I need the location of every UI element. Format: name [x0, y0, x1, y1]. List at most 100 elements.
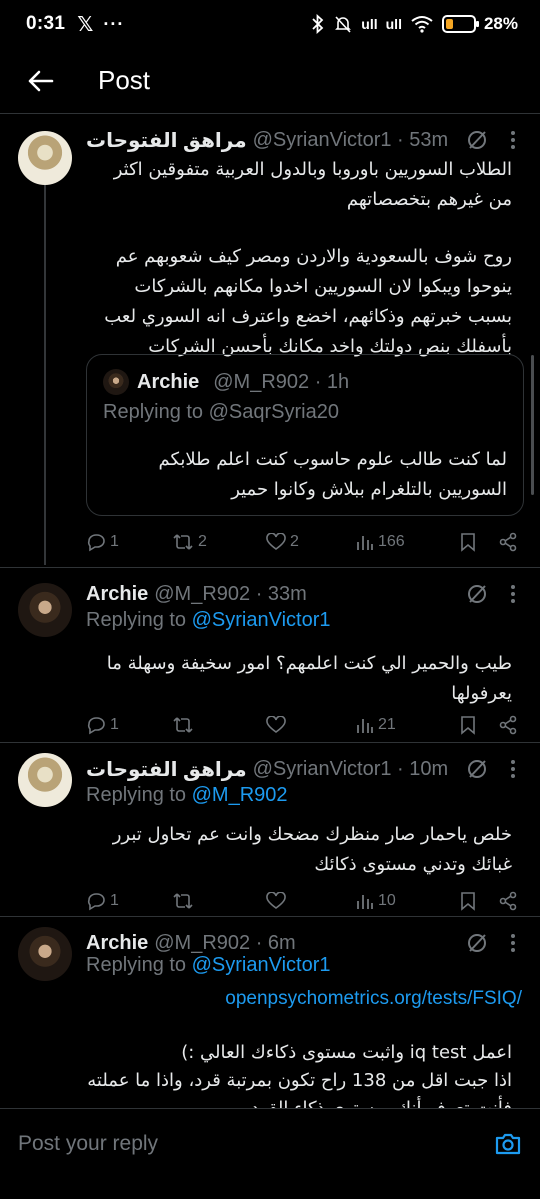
post-text: اعمل iq test واثبت مستوى ذكاءك العالي :) — [181, 1042, 512, 1063]
wifi-icon — [410, 15, 434, 33]
replying-label: Replying to — [86, 954, 192, 976]
more-options-icon[interactable] — [510, 759, 516, 779]
reply-count: 1 — [110, 533, 119, 550]
repost-button[interactable] — [172, 715, 266, 735]
bookmark-icon — [461, 892, 475, 911]
more-notifications-icon: ··· — [103, 13, 125, 34]
replying-to: Replying to @SyrianVictor1 — [86, 954, 331, 977]
more-options-icon[interactable] — [510, 130, 516, 150]
bookmark-icon — [461, 533, 475, 552]
reply-button[interactable]: 1 — [86, 891, 172, 911]
bookmark-button[interactable] — [460, 891, 476, 911]
divider — [0, 742, 540, 743]
signal-2-icon: ull — [385, 16, 402, 32]
share-icon — [499, 532, 517, 552]
reply-icon — [87, 893, 105, 911]
bookmark-button[interactable] — [460, 532, 476, 552]
repost-icon — [173, 717, 193, 733]
more-options-icon[interactable] — [510, 933, 516, 953]
replying-handle[interactable]: @SyrianVictor1 — [192, 954, 331, 976]
replying-to: Replying to @M_R902 — [86, 784, 288, 807]
replying-handle[interactable]: @M_R902 — [192, 784, 288, 806]
grok-icon[interactable] — [466, 932, 488, 954]
share-icon — [499, 891, 517, 911]
battery-icon — [441, 15, 479, 33]
repost-button[interactable] — [172, 891, 266, 911]
reply-input[interactable]: Post your reply — [18, 1132, 158, 1156]
post-text: خلص ياحمار صار منظرك مضحك وانت عم تحاول … — [112, 824, 512, 875]
action-bar: 1 10 — [86, 887, 518, 915]
action-bar: 1 2 2 166 — [86, 528, 518, 556]
like-button[interactable]: 2 — [266, 533, 356, 551]
system-nav-area — [0, 1178, 540, 1199]
share-button[interactable] — [498, 715, 518, 735]
author-handle-time: @M_R902 · 33m — [154, 582, 307, 605]
post-item[interactable]: Archie @M_R902 · 6m Replying to @SyrianV… — [0, 918, 540, 1108]
post-header: Archie @M_R902 · 33m — [86, 579, 516, 609]
reply-count: 1 — [110, 892, 119, 909]
page-header: Post — [0, 48, 540, 114]
post-header: مراهق الفتوحات @SyrianVictor1 · 53m — [86, 125, 516, 155]
bookmark-button[interactable] — [460, 715, 476, 735]
reply-composer[interactable]: Post your reply — [0, 1108, 540, 1178]
divider — [0, 916, 540, 917]
views-button[interactable]: 21 — [356, 716, 450, 734]
replying-to: Replying to @SyrianVictor1 — [86, 609, 331, 632]
scrollbar[interactable] — [531, 355, 534, 495]
camera-icon — [495, 1133, 521, 1154]
post-item[interactable]: مراهق الفتوحات @SyrianVictor1 · 10m Repl… — [0, 744, 540, 916]
avatar[interactable] — [18, 583, 72, 637]
share-button[interactable] — [498, 532, 518, 552]
camera-button[interactable] — [494, 1132, 522, 1156]
avatar[interactable] — [18, 753, 72, 807]
share-button[interactable] — [498, 891, 518, 911]
repost-icon — [173, 534, 193, 550]
views-button[interactable]: 166 — [356, 533, 450, 551]
signal-1-icon: ull — [361, 16, 378, 32]
share-icon — [499, 715, 517, 735]
reply-icon — [87, 717, 105, 735]
author-name[interactable]: مراهق الفتوحات — [86, 757, 247, 782]
back-button[interactable] — [0, 48, 80, 114]
more-options-icon[interactable] — [510, 584, 516, 604]
page-title: Post — [98, 65, 151, 95]
reply-button[interactable]: 1 — [86, 715, 172, 735]
grok-icon[interactable] — [466, 129, 488, 151]
avatar[interactable] — [18, 131, 72, 185]
reply-icon — [87, 534, 105, 552]
post-item[interactable]: Archie @M_R902 · 33m Replying to @Syrian… — [0, 569, 540, 741]
author-name[interactable]: Archie — [86, 932, 148, 955]
like-button[interactable] — [266, 716, 356, 734]
quote-avatar — [103, 369, 129, 395]
views-button[interactable]: 10 — [356, 892, 450, 910]
arrow-left-icon — [28, 70, 54, 91]
post-item[interactable]: مراهق الفتوحات @SyrianVictor1 · 53m الطل… — [0, 115, 540, 565]
status-time: 0:31 — [26, 13, 66, 34]
reply-button[interactable]: 1 — [86, 532, 172, 552]
external-link[interactable]: openpsychometrics.org/tests/FSIQ/ — [86, 988, 522, 1010]
author-handle-time: @M_R902 · 6m — [154, 931, 296, 954]
status-bar: 0:31 𝕏 ··· ull ull 28% — [0, 0, 540, 48]
post-text: روح شوف بالسعودية والاردن ومصر كيف شعوبه… — [104, 246, 512, 357]
views-icon — [357, 536, 373, 550]
grok-icon[interactable] — [466, 758, 488, 780]
quoted-post[interactable]: Archie @M_R902 · 1h Replying to @SaqrSyr… — [86, 354, 524, 516]
views-icon — [357, 719, 373, 733]
replying-label: Replying to — [86, 609, 192, 631]
author-handle-time: @SyrianVictor1 · 53m — [252, 128, 449, 151]
replying-handle[interactable]: @SyrianVictor1 — [192, 609, 331, 631]
grok-icon[interactable] — [466, 583, 488, 605]
views-icon — [357, 895, 373, 909]
repost-button[interactable]: 2 — [172, 532, 266, 552]
thread-line — [44, 185, 46, 565]
author-name[interactable]: مراهق الفتوحات — [86, 128, 247, 153]
post-text: فأنت تعرف أنك بمستوى ذكاء القرد — [86, 1094, 512, 1108]
author-handle-time: @SyrianVictor1 · 10m — [252, 757, 449, 780]
quote-handle-time: @M_R902 · 1h — [213, 370, 350, 393]
battery-percent: 28% — [483, 14, 518, 33]
author-name[interactable]: Archie — [86, 583, 148, 606]
conversation-feed[interactable]: مراهق الفتوحات @SyrianVictor1 · 53m الطل… — [0, 115, 540, 1108]
like-button[interactable] — [266, 892, 356, 910]
avatar[interactable] — [18, 927, 72, 981]
heart-icon — [266, 892, 286, 909]
